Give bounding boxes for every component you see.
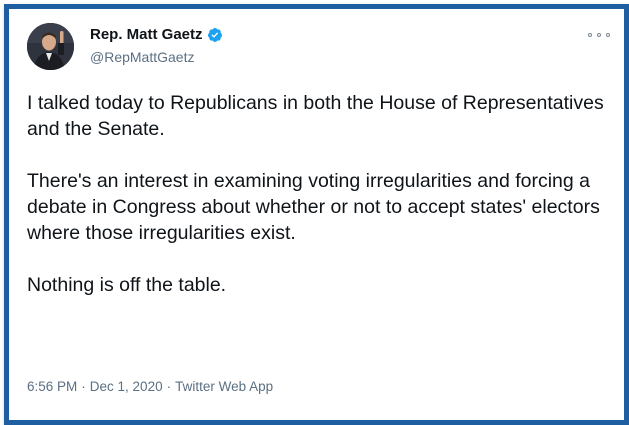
tweet-date[interactable]: Dec 1, 2020 [90,379,163,394]
display-name[interactable]: Rep. Matt Gaetz [90,26,223,43]
user-handle[interactable]: @RepMattGaetz [90,49,194,65]
tweet-source[interactable]: Twitter Web App [175,379,273,394]
more-options-icon[interactable] [588,29,610,41]
avatar-photo [27,23,74,70]
tweet-paragraph: There's an interest in examining voting … [27,170,600,244]
more-dot [597,33,601,37]
display-name-text: Rep. Matt Gaetz [90,26,203,43]
more-dot [588,33,592,37]
avatar[interactable] [27,23,74,70]
tweet-card: Rep. Matt Gaetz @RepMattGaetz I talked t… [4,4,629,425]
more-dot [606,33,610,37]
meta-separator: · [166,379,172,394]
tweet-paragraph: I talked today to Republicans in both th… [27,92,604,140]
verified-badge-icon [207,27,223,43]
tweet-time[interactable]: 6:56 PM [27,379,77,394]
tweet-text: I talked today to Republicans in both th… [27,90,607,298]
meta-separator: · [81,379,86,394]
tweet-metadata: 6:56 PM · Dec 1, 2020 · Twitter Web App [27,379,273,394]
tweet-paragraph: Nothing is off the table. [27,274,227,296]
